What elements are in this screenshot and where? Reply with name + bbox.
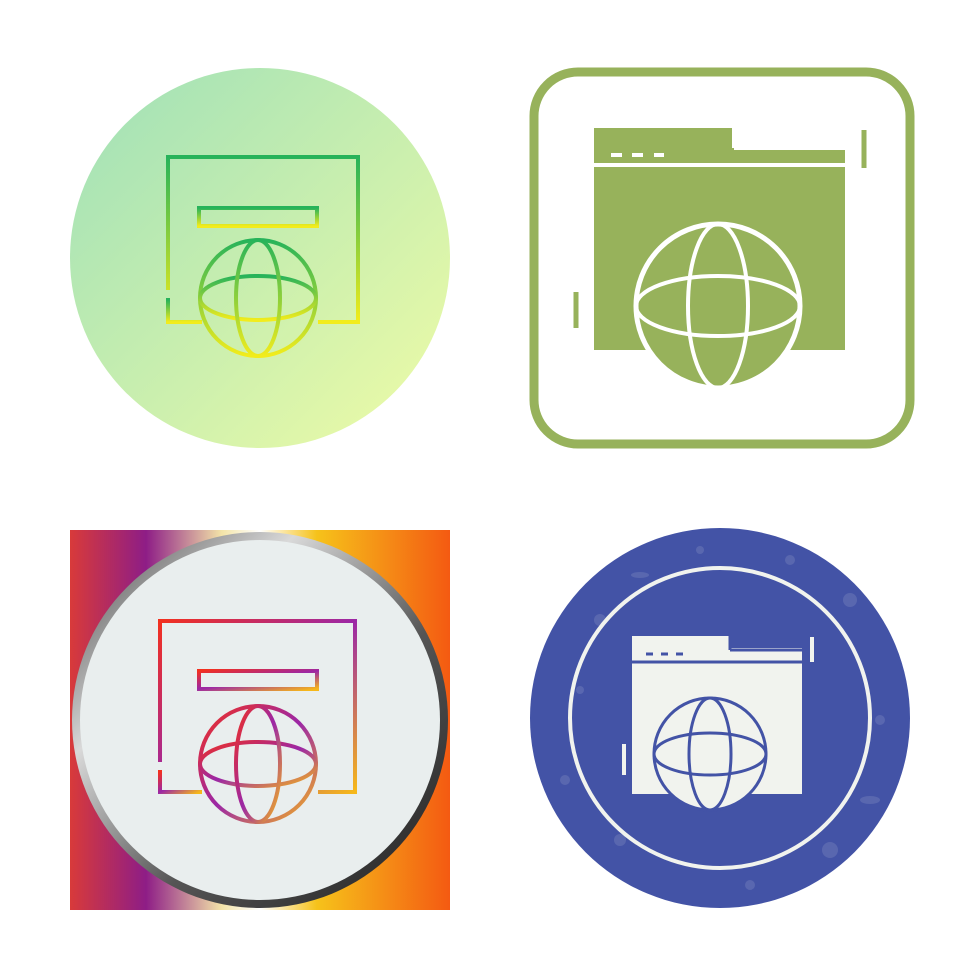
badge-inner-circle	[80, 540, 440, 900]
icon-variant-gradient-circle[interactable]	[0, 0, 490, 490]
browser-globe-glyph	[573, 128, 867, 391]
globe-icon	[633, 221, 803, 391]
icon-variant-rounded-square[interactable]	[490, 0, 980, 490]
web-browser-globe-icon	[70, 68, 450, 448]
web-browser-globe-icon	[530, 528, 910, 908]
badge-circle	[70, 68, 450, 448]
globe-icon	[652, 696, 768, 812]
web-browser-globe-icon	[70, 530, 450, 910]
icon-variant-grunge-circle[interactable]	[490, 490, 980, 980]
web-browser-globe-icon	[529, 67, 915, 449]
icon-variant-gradient-square[interactable]	[0, 490, 490, 980]
icon-set-sheet	[0, 0, 980, 980]
browser-globe-glyph	[622, 636, 814, 812]
